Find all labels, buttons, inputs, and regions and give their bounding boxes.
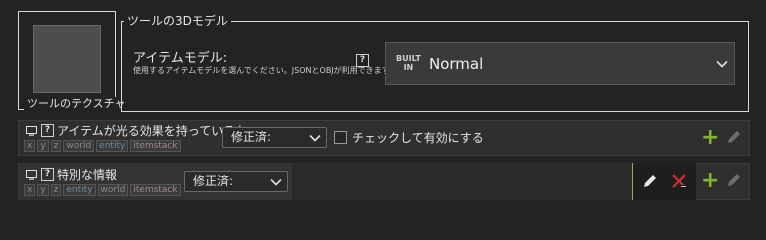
pencil-icon[interactable] [726,129,742,145]
dropdown-value: 修正済: [231,130,272,144]
chevron-down-icon [270,178,282,186]
tag-entity: entity [96,140,129,152]
pencil-icon[interactable] [726,172,742,188]
item-model-value: Normal [429,55,484,73]
add-icon[interactable]: + [701,170,719,192]
help-icon[interactable]: ? [41,168,54,181]
special-info-modifier-dropdown[interactable]: 修正済: [184,171,288,192]
help-icon[interactable]: ? [356,54,369,67]
dropdown-value: 修正済: [193,174,234,188]
tag-y: y [37,184,49,196]
special-info-title: 特別な情報 [57,168,118,182]
tag-world: world [97,184,129,196]
builtin-badge: BUILT IN [396,54,421,72]
enable-checkbox-label: チェックして有効にする [352,131,484,145]
enable-checkbox[interactable] [334,131,347,144]
tag-x: x [24,140,36,152]
add-icon[interactable]: + [701,127,719,149]
chevron-down-icon [309,134,321,142]
delete-icon[interactable] [670,172,688,190]
tag-entity: entity [63,184,96,196]
tag-itemstack: itemstack [130,140,181,152]
item-model-label: アイテムモデル: [133,51,228,66]
tag-world: world [63,140,95,152]
builtin-badge-line2: IN [403,63,414,72]
dependency-tags: x y z world entity itemstack [24,140,183,152]
pencil-icon[interactable] [642,173,658,189]
dependency-tags: x y z entity world itemstack [24,184,183,196]
monitor-icon [26,126,37,136]
tag-z: z [50,184,62,196]
tag-y: y [37,140,49,152]
help-icon[interactable]: ? [41,124,54,137]
monitor-icon [26,170,37,180]
model-group-title: ツールの3Dモデル [124,13,231,29]
tag-z: z [50,140,62,152]
glow-modifier-dropdown[interactable]: 修正済: [222,127,327,148]
glow-title: アイテムが光る効果を持っているか [57,124,248,138]
texture-label: ツールのテクスチャ [24,97,129,111]
item-model-select[interactable]: BUILT IN Normal [385,42,735,85]
texture-swatch[interactable] [33,25,101,93]
tag-itemstack: itemstack [130,184,181,196]
item-model-description: 使用するアイテムモデルを選んでください。JSONとOBJが利用できます。 [133,66,397,75]
builtin-badge-line1: BUILT [396,54,421,63]
tag-x: x [24,184,36,196]
chevron-down-icon [716,60,728,68]
special-info-area [292,163,632,200]
